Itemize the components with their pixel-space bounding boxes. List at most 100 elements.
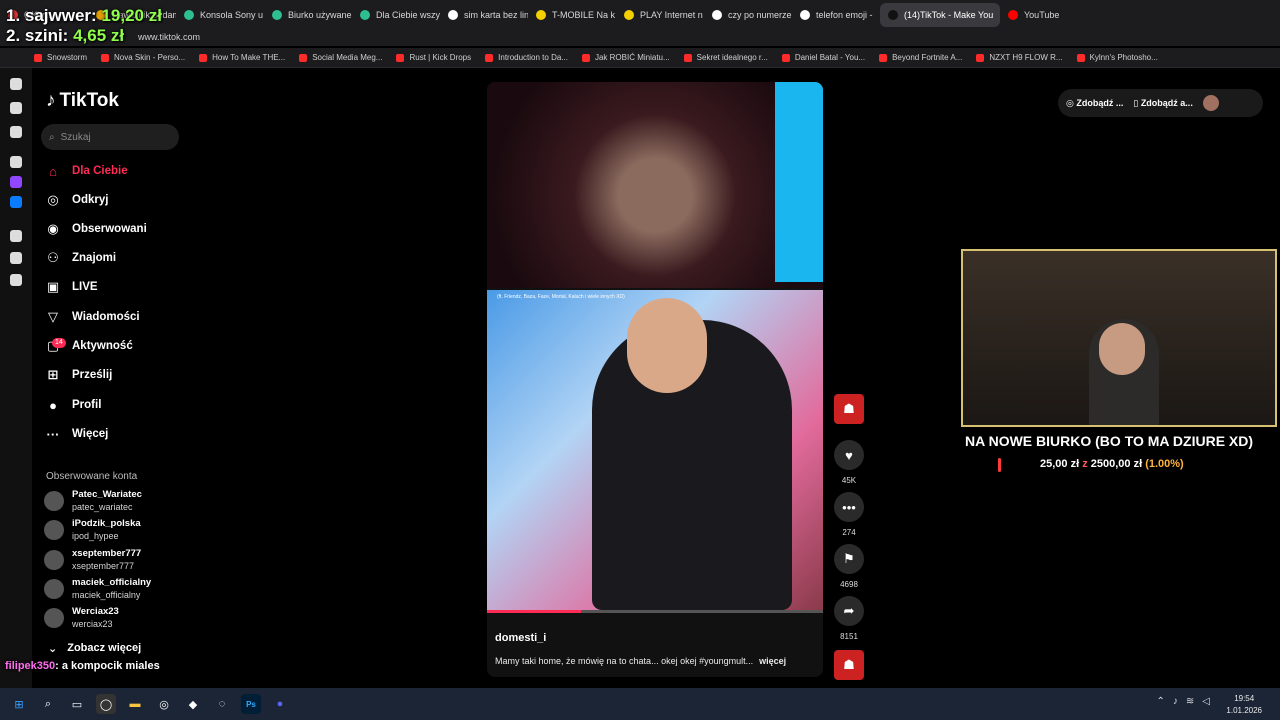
file-explorer-icon[interactable]: ▬ xyxy=(125,694,145,714)
nav-item[interactable]: ◎ Odkryj xyxy=(44,191,108,209)
nav-icon: ▣ xyxy=(46,279,60,294)
nav-item[interactable]: ◉ Obserwowani xyxy=(44,220,146,238)
nav-item[interactable]: ⌂ Dla Ciebie xyxy=(44,162,128,180)
browser-tab[interactable]: czy po numerze xyxy=(704,3,792,27)
rank1-name: 1. sajwwer: xyxy=(6,6,97,25)
bookmark-item[interactable]: Introduction to Da... xyxy=(485,53,568,62)
action-button[interactable]: ⚑ 4698 xyxy=(834,544,864,589)
sound-avatar[interactable]: ☗ xyxy=(834,650,864,680)
video-player[interactable]: (ft. Friendz, Baza, Faze, Mortal, Kaluch… xyxy=(487,82,823,677)
nav-item[interactable]: ▽ Wiadomości xyxy=(44,308,140,326)
bookmark-item[interactable]: Nova Skin - Perso... xyxy=(101,53,185,62)
avatar xyxy=(44,608,64,629)
wifi-icon[interactable]: ≋ xyxy=(1186,696,1194,707)
tab-label: YouTube xyxy=(1024,10,1060,20)
action-icon: ⚑ xyxy=(834,544,864,574)
bookmark-icon xyxy=(781,53,790,62)
following-account[interactable]: Werciax23 werciax23 xyxy=(44,606,119,630)
browser-tab[interactable]: telefon emoji - xyxy=(792,3,880,27)
discord-icon[interactable]: ● xyxy=(270,694,290,714)
author-avatar[interactable]: ☗ xyxy=(834,394,864,424)
search-icon[interactable]: ⌕ xyxy=(38,694,58,714)
windows-start-icon[interactable]: ⊞ xyxy=(9,694,29,714)
rail-icon[interactable] xyxy=(10,102,22,114)
see-more-button[interactable]: ⌄ Zobacz więcej xyxy=(48,642,141,655)
get-coins-button[interactable]: ◎ Zdobądź ... xyxy=(1066,98,1123,109)
tab-label: Konsola Sony u xyxy=(200,10,264,20)
photoshop-icon[interactable]: Ps xyxy=(241,694,261,714)
following-account[interactable]: maciek_officialny maciek_officialny xyxy=(44,577,151,601)
browser-tab[interactable]: sim karta bez lin xyxy=(440,3,528,27)
clock[interactable]: 19:54 1.01.2026 xyxy=(1226,693,1262,717)
bookmark-item[interactable]: Beyond Fortnite A... xyxy=(879,53,962,62)
action-count: 45K xyxy=(841,476,857,485)
nav-icon: ··· xyxy=(46,426,60,442)
app-icon[interactable]: ◆ xyxy=(183,694,203,714)
bookmark-item[interactable]: Rust | Kick Drops xyxy=(396,53,471,62)
rail-icon[interactable] xyxy=(10,126,22,138)
following-account[interactable]: Patec_Wariatec patec_wariatec xyxy=(44,489,142,513)
get-app-button[interactable]: ▯ Zdobądź a... xyxy=(1133,98,1192,109)
nav-label: Odkryj xyxy=(72,194,109,206)
profile-avatar[interactable] xyxy=(1202,95,1219,111)
bookmark-icon xyxy=(199,53,208,62)
app-icon[interactable]: ◌ xyxy=(212,694,232,714)
search-input[interactable]: ⌕ Szukaj xyxy=(41,124,179,150)
nav-icon: ⌂ xyxy=(49,163,57,179)
tab-label: Dla Ciebie wszy xyxy=(376,10,440,20)
action-button[interactable]: ♥ 45K xyxy=(834,440,864,485)
action-icon: ♥ xyxy=(834,440,864,470)
nav-item[interactable]: ▣ LIVE xyxy=(44,278,98,296)
nav-label: Znajomi xyxy=(72,252,117,264)
bookmark-item[interactable]: Social Media Meg... xyxy=(299,53,382,62)
tiktok-logo[interactable]: ♪ TikTok xyxy=(46,90,119,112)
volume-icon[interactable]: ◁ xyxy=(1202,696,1210,707)
mic-icon[interactable]: ♪ xyxy=(1173,696,1178,707)
browser-tab[interactable]: PLAY Internet n xyxy=(616,3,704,27)
messenger-icon[interactable] xyxy=(10,196,22,208)
video-author[interactable]: domesti_i xyxy=(495,632,546,644)
browser-tab[interactable]: T-MOBILE Na k xyxy=(528,3,616,27)
browser-tab[interactable]: (14)TikTok - Make You xyxy=(880,3,1000,27)
address-bar[interactable]: www.tiktok.com xyxy=(0,30,1280,46)
goal-title: NA NOWE BIURKO (BO TO MA DZIURE XD) xyxy=(965,433,1254,449)
nav-item[interactable]: ⊞ Prześlij xyxy=(44,366,113,384)
nav-item[interactable]: ··· Więcej xyxy=(44,425,109,443)
video-top-frame xyxy=(487,82,823,288)
nav-item[interactable]: ● Profil xyxy=(44,396,101,414)
nav-icon: ◉ xyxy=(47,221,59,236)
nav-item[interactable]: ⚇ Znajomi xyxy=(44,249,116,267)
rail-icon[interactable] xyxy=(10,156,22,168)
video-progress-bar[interactable] xyxy=(487,610,823,613)
more-link[interactable]: więcej xyxy=(759,656,786,666)
browser-tab[interactable]: YouTube xyxy=(1000,3,1088,27)
avatar xyxy=(44,578,64,599)
action-button[interactable]: ••• 274 xyxy=(834,492,864,537)
task-view-icon[interactable]: ▭ xyxy=(67,694,87,714)
bookmark-item[interactable]: NZXT H9 FLOW R... xyxy=(976,53,1063,62)
browser-icon[interactable]: ◯ xyxy=(96,694,116,714)
following-account[interactable]: xseptember777 xseptember777 xyxy=(44,548,141,572)
rail-icon[interactable] xyxy=(10,78,22,90)
bookmark-item[interactable]: Snowstorm xyxy=(34,53,87,62)
account-handle: xseptember777 xyxy=(72,560,135,571)
bookmark-item[interactable]: Kylnn's Photosho... xyxy=(1076,53,1158,62)
twitch-icon[interactable] xyxy=(10,176,22,188)
rail-icon[interactable] xyxy=(10,230,22,242)
rail-icon[interactable] xyxy=(10,274,22,286)
action-count: 8151 xyxy=(840,632,858,641)
following-account[interactable]: iPodzik_polska ipod_hypee xyxy=(44,518,141,542)
bookmark-item[interactable]: How To Make THE... xyxy=(199,53,285,62)
chevron-up-icon[interactable]: ⌃ xyxy=(1157,696,1165,707)
browser-tab[interactable]: Dla Ciebie wszy xyxy=(352,3,440,27)
bookmark-item[interactable]: Jak ROBIĆ Miniatu... xyxy=(581,53,670,62)
steam-icon[interactable]: ◎ xyxy=(154,694,174,714)
action-count: 274 xyxy=(842,528,856,537)
action-button[interactable]: ➦ 8151 xyxy=(834,596,864,641)
bookmark-icon xyxy=(34,53,42,62)
browser-tab[interactable]: Biurko używane xyxy=(264,3,352,27)
bookmark-item[interactable]: Daniel Batal - You... xyxy=(781,53,865,62)
browser-tab[interactable]: Konsola Sony u xyxy=(176,3,264,27)
bookmark-item[interactable]: Sekret idealnego r... xyxy=(683,53,768,62)
rail-icon[interactable] xyxy=(10,252,22,264)
